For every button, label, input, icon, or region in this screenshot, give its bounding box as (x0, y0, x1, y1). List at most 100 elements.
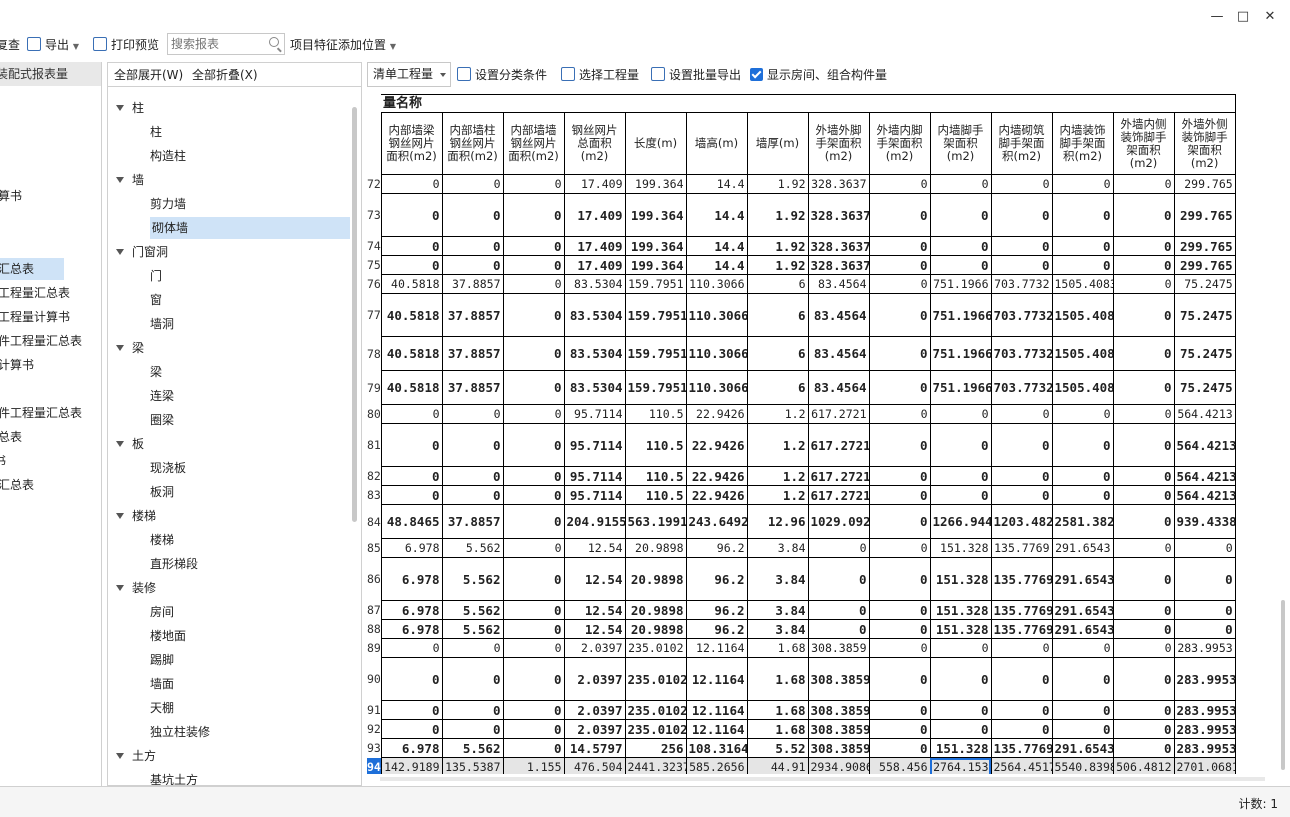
table-cell[interactable]: 0 (868, 174, 931, 194)
report-item[interactable]: 计算书 (0, 354, 98, 376)
table-cell[interactable]: 159.7951 (624, 293, 687, 337)
tree-item[interactable]: 楼地面 (150, 625, 186, 647)
table-cell[interactable]: 751.1966 (929, 336, 992, 371)
table-cell[interactable]: 5.562 (441, 738, 504, 758)
report-item[interactable]: 工程量计算书 (0, 306, 98, 328)
table-cell[interactable]: 0 (380, 255, 443, 275)
table-cell[interactable]: 37.8857 (441, 504, 504, 539)
table-cell[interactable]: 703.7732 (990, 370, 1053, 405)
table-row[interactable]: 92 0 0 0 2.0397 235.0102 12.1164 1.68 308.3859 0 0… (367, 719, 1236, 739)
table-cell[interactable]: 0 (990, 423, 1053, 467)
table-cell[interactable]: 0 (441, 485, 504, 505)
table-cell[interactable]: 0 (990, 236, 1053, 256)
tree-item[interactable]: 踢脚 (150, 649, 174, 671)
table-cell[interactable]: 20.9898 (624, 557, 687, 601)
report-item[interactable]: 汇总表 (0, 474, 98, 496)
tree-item[interactable]: 墙面 (150, 673, 174, 695)
tree-item[interactable]: 窗 (150, 289, 162, 311)
table-cell[interactable]: 0 (868, 485, 931, 505)
table-cell[interactable]: 2.0397 (563, 719, 626, 739)
table-cell[interactable]: 256 (624, 738, 687, 758)
table-cell[interactable]: 0 (502, 174, 565, 194)
table-cell[interactable]: 204.9155 (563, 504, 626, 539)
table-cell[interactable]: 199.364 (624, 193, 687, 237)
tree-item[interactable]: 门 (150, 265, 162, 287)
table-cell[interactable]: 2934.9086 (807, 757, 870, 774)
tree-group[interactable]: 装修 (116, 577, 156, 599)
tree-group[interactable]: 板 (116, 433, 144, 455)
table-row[interactable]: 75 0 0 0 17.409 199.364 14.4 1.92 328.3637 0 0 0 0 0 2… (367, 255, 1236, 275)
table-cell[interactable]: 2441.3237 (624, 757, 687, 774)
table-cell[interactable]: 14.4 (685, 174, 748, 194)
table-cell[interactable]: 2701.0681 (1173, 757, 1236, 774)
tree-group[interactable]: 柱 (116, 97, 144, 119)
table-cell[interactable]: 0 (502, 557, 565, 601)
table-cell[interactable]: 22.9426 (685, 485, 748, 505)
table-cell[interactable]: 6 (746, 274, 809, 294)
table-cell[interactable]: 6.978 (380, 619, 443, 639)
table-cell[interactable]: 83.5304 (563, 274, 626, 294)
table-cell[interactable]: 0 (868, 466, 931, 486)
table-cell[interactable]: 0 (990, 404, 1053, 424)
caret-down-icon[interactable] (116, 753, 124, 759)
table-cell[interactable]: 0 (1051, 404, 1114, 424)
table-cell[interactable]: 0 (380, 657, 443, 701)
table-cell[interactable]: 0 (441, 657, 504, 701)
row-number[interactable]: 75 (367, 255, 382, 275)
table-row[interactable]: 90 0 0 0 2.0397 235.0102 12.1164 1.68 308.3859 0 0… (367, 657, 1236, 701)
table-cell[interactable]: 3.84 (746, 619, 809, 639)
table-cell[interactable]: 0 (1112, 538, 1175, 558)
table-cell[interactable]: 0 (1112, 600, 1175, 620)
table-cell[interactable]: 0 (990, 193, 1053, 237)
table-cell[interactable]: 0 (1112, 619, 1175, 639)
tree-group[interactable]: 门窗洞 (116, 241, 168, 263)
table-cell[interactable]: 291.6543 (1051, 600, 1114, 620)
tree-item[interactable]: 板洞 (150, 481, 174, 503)
table-cell[interactable]: 37.8857 (441, 370, 504, 405)
export-button[interactable]: 导出 ▼ (27, 36, 79, 54)
table-cell[interactable]: 1.2 (746, 404, 809, 424)
table-cell[interactable]: 0 (1051, 719, 1114, 739)
row-number[interactable]: 94 (367, 757, 382, 774)
row-number[interactable]: 92 (367, 719, 382, 739)
table-cell[interactable]: 5540.8398 (1051, 757, 1114, 774)
column-header[interactable]: 外墙内侧装饰脚手架面积(m2) (1112, 112, 1175, 175)
batch-export-button[interactable]: 设置批量导出 (651, 66, 741, 84)
report-item[interactable]: 工程量汇总表 (0, 282, 98, 304)
tree-item[interactable]: 现浇板 (150, 457, 186, 479)
table-cell[interactable]: 0 (929, 638, 992, 658)
table-cell[interactable]: 0 (868, 336, 931, 371)
table-cell[interactable]: 564.4213 (1173, 404, 1236, 424)
column-header[interactable]: 钢丝网片总面积(m2) (563, 112, 626, 175)
table-cell[interactable]: 2.0397 (563, 638, 626, 658)
table-cell[interactable]: 299.765 (1173, 236, 1236, 256)
table-cell[interactable]: 6.978 (380, 538, 443, 558)
table-cell[interactable]: 135.7769 (990, 619, 1053, 639)
table-cell[interactable]: 291.6543 (1051, 619, 1114, 639)
table-cell[interactable]: 14.4 (685, 193, 748, 237)
table-cell[interactable]: 0 (502, 466, 565, 486)
table-cell[interactable]: 1266.9442 (929, 504, 992, 539)
table-cell[interactable]: 110.3066 (685, 336, 748, 371)
table-cell[interactable]: 283.9953 (1173, 700, 1236, 720)
table-cell[interactable]: 1.68 (746, 700, 809, 720)
table-cell[interactable]: 1.92 (746, 255, 809, 275)
tree-item[interactable]: 直形梯段 (150, 553, 198, 575)
row-number[interactable]: 87 (367, 600, 382, 620)
row-number[interactable]: 85 (367, 538, 382, 558)
table-cell[interactable]: 308.3859 (807, 719, 870, 739)
table-cell[interactable]: 506.4812 (1112, 757, 1175, 774)
table-cell[interactable]: 75.2475 (1173, 293, 1236, 337)
table-cell[interactable]: 0 (1173, 619, 1236, 639)
table-cell[interactable]: 0 (929, 485, 992, 505)
tree-item[interactable]: 砌体墙 (150, 217, 350, 239)
table-cell[interactable]: 0 (990, 700, 1053, 720)
table-cell[interactable]: 0 (1112, 236, 1175, 256)
table-cell[interactable]: 83.4564 (807, 370, 870, 405)
table-cell[interactable]: 751.1966 (929, 274, 992, 294)
table-cell[interactable]: 235.0102 (624, 657, 687, 701)
row-number[interactable]: 89 (367, 638, 382, 658)
table-cell[interactable]: 1203.4822 (990, 504, 1053, 539)
column-header[interactable]: 内部墙梁钢丝网片面积(m2) (380, 112, 443, 175)
table-row[interactable]: 73 0 0 0 17.409 199.364 14.4 1.92 328.3637 0 0 0 0 0 2… (367, 193, 1236, 237)
